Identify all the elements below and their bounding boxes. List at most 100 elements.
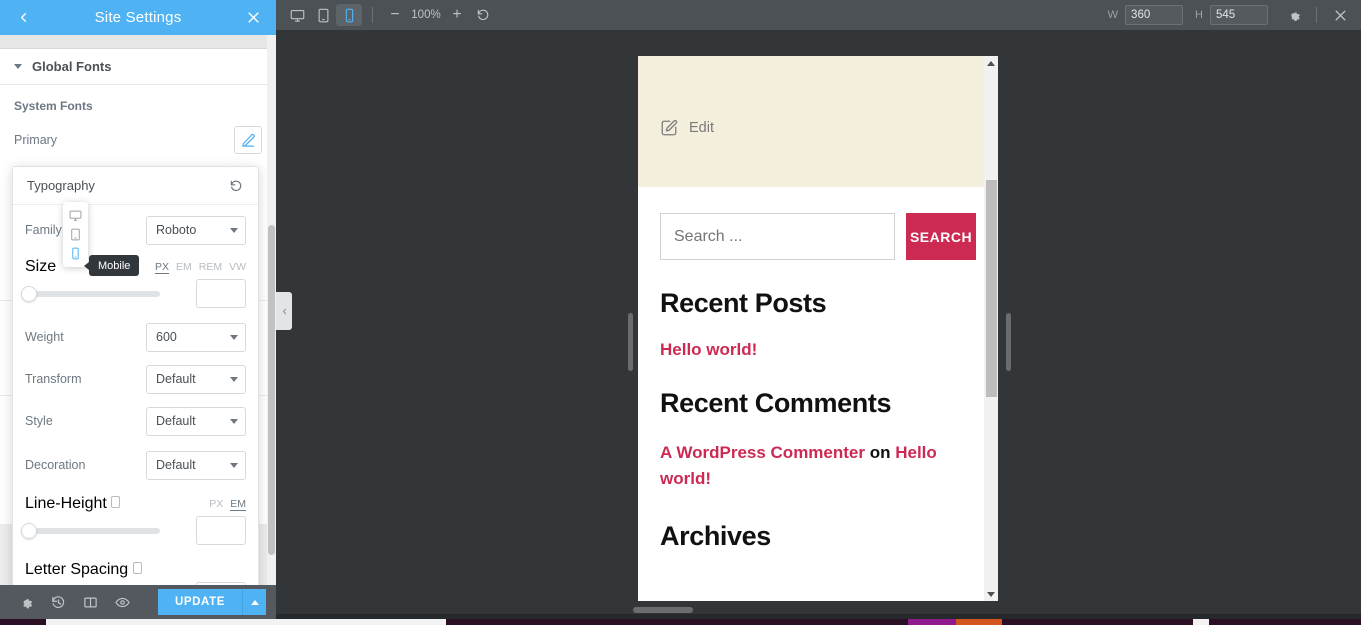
desktop-icon[interactable] [68,209,83,223]
primary-font-label: Primary [14,133,58,147]
edit-primary-font-button[interactable] [234,126,262,154]
mobile-icon[interactable] [111,496,121,508]
elementor-editor-window: Site Settings Global Fonts System Fonts … [0,0,1361,625]
panel-gap [0,35,276,49]
update-options-button[interactable] [242,589,266,615]
gear-icon[interactable] [10,585,42,619]
panel-footer: UPDATE [0,585,276,619]
size-slider-knob[interactable] [21,285,37,302]
toolbar-desktop-icon[interactable] [284,4,310,26]
row-primary-font: Primary [0,119,276,155]
preview-search-button[interactable]: SEARCH [906,213,976,260]
caret-up-icon [250,599,259,605]
line-height-label: Line-Height [25,495,121,513]
width-input[interactable] [1125,5,1184,25]
transform-label: Transform [25,372,82,386]
toolbar-mobile-icon[interactable] [336,4,362,26]
resize-handle-right[interactable] [1006,313,1011,371]
mobile-icon[interactable] [68,247,83,261]
size-input[interactable] [196,279,246,308]
preview-recent-posts-heading: Recent Posts [660,288,827,318]
update-button[interactable]: UPDATE [157,589,242,615]
unit-em[interactable]: EM [176,261,192,274]
toolbar-close-icon[interactable] [1327,4,1353,26]
style-label: Style [25,414,53,428]
family-select[interactable]: Roboto [146,215,246,245]
zoom-in-button[interactable]: + [445,4,469,26]
toolbar-gear-icon[interactable] [1280,4,1306,26]
line-height-slider-knob[interactable] [21,522,37,539]
unit-px[interactable]: PX [154,261,169,274]
family-value: Roboto [156,223,197,237]
panel-collapse-handle[interactable] [276,292,292,330]
preview-edit-label: Edit [689,120,714,136]
width-label: W [1107,9,1119,21]
preview-scroll-up-button[interactable] [984,56,998,70]
site-preview-frame: Edit SEARCH Recent Posts Hello world! Re… [638,56,998,601]
chevron-down-icon [230,418,238,424]
letter-spacing-text: Letter Spacing [25,561,129,578]
zoom-value: 100% [411,9,441,21]
row-decoration: Decoration Default [25,448,246,482]
preview-scroll-down-button[interactable] [984,587,998,601]
os-taskbar-strip [0,619,1361,625]
chevron-down-icon [230,334,238,340]
family-label: Family [25,223,62,237]
panel-title: Site Settings [94,9,182,26]
canvas-horizontal-scrollbar-thumb[interactable] [633,607,693,613]
size-slider[interactable] [21,285,160,302]
preview-comment-on-text: on [865,443,896,462]
preview-scrollbar-thumb[interactable] [986,180,997,397]
unit-vw[interactable]: VW [229,261,246,274]
row-style: Style Default [25,404,246,438]
preview-archives-heading: Archives [660,520,771,551]
zoom-out-button[interactable]: − [383,4,407,26]
weight-select[interactable]: 600 [146,322,246,352]
mobile-icon[interactable] [132,562,142,574]
preview-hero-section: Edit [638,56,998,187]
height-input[interactable] [1210,5,1268,25]
preview-body: SEARCH Recent Posts Hello world! Recent … [638,187,998,552]
row-weight: Weight 600 [25,320,246,354]
accordion-label: Global Fonts [32,59,112,74]
unit-em[interactable]: EM [230,498,246,511]
unit-rem[interactable]: REM [199,261,222,274]
style-value: Default [156,414,196,428]
toolbar-divider [372,7,373,23]
panel-close-button[interactable] [240,5,266,31]
device-selector-popup [63,202,88,267]
row-line-height: Line-Height PX EM [21,492,246,545]
preview-comment-author-link[interactable]: A WordPress Commenter [660,443,865,462]
preview-edit-button[interactable]: Edit [660,119,714,137]
toolbar-tablet-icon[interactable] [310,4,336,26]
weight-label: Weight [25,330,64,344]
device-tooltip: Mobile [83,255,140,276]
size-units: PX EM REM VW [154,261,246,274]
chevron-down-icon [230,376,238,382]
line-height-slider[interactable] [21,522,160,539]
panel-scrollbar[interactable] [267,35,276,614]
preview-scrollbar[interactable] [984,56,998,601]
preview-search-form: SEARCH [660,213,976,260]
unit-px[interactable]: PX [209,498,223,511]
zoom-reset-icon[interactable] [471,4,495,26]
preview-search-input[interactable] [660,213,895,260]
panel-scrollbar-thumb[interactable] [268,225,275,555]
history-icon[interactable] [42,585,74,619]
toolbar-divider [1316,7,1317,23]
line-height-input[interactable] [196,516,246,545]
navigator-icon[interactable] [74,585,106,619]
tablet-icon[interactable] [68,228,83,242]
preview-recent-post-link[interactable]: Hello world! [660,340,976,360]
transform-select[interactable]: Default [146,364,246,394]
reset-icon[interactable] [224,174,248,198]
preview-eye-icon[interactable] [106,585,138,619]
style-select[interactable]: Default [146,406,246,436]
decoration-select[interactable]: Default [146,450,246,480]
zoom-controls: − 100% + [383,4,495,26]
preview-comment-item: A WordPress Commenter on Hello world! [660,440,976,493]
resize-handle-left[interactable] [628,313,633,371]
size-label: Size [25,258,57,275]
back-button[interactable] [10,5,36,31]
accordion-global-fonts[interactable]: Global Fonts [0,49,276,85]
